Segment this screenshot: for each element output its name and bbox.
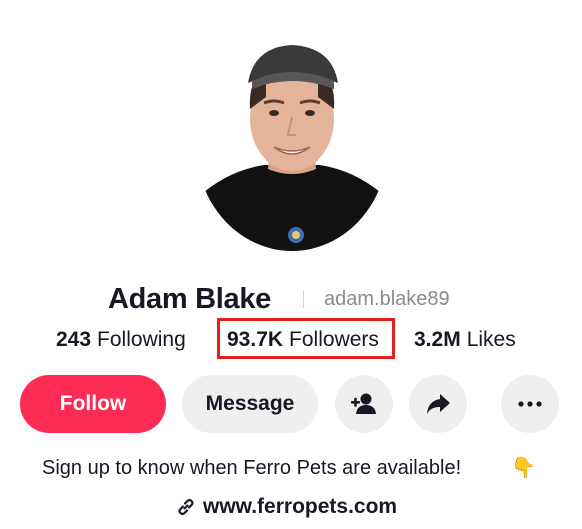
message-button-label: Message [205,392,295,415]
profile-name-row: Adam Blake adam.blake89 [0,280,582,320]
follow-button-label: Follow [59,392,127,415]
add-user-icon [351,393,376,414]
add-friend-button[interactable] [335,375,393,433]
more-options-button[interactable] [501,375,559,433]
username: adam.blake89 [324,288,450,310]
profile-link[interactable]: www.ferropets.com [176,493,397,521]
link-icon [176,497,196,517]
avatar-image [196,39,388,251]
profile-actions: Follow Message [0,375,582,435]
pointing-down-icon: 👇 [511,457,536,479]
display-name: Adam Blake [108,283,272,315]
message-button[interactable]: Message [182,375,318,433]
following-label: Following [97,328,186,351]
name-divider [303,290,304,308]
more-icon [518,401,542,407]
following-stat[interactable]: 243 Following [56,326,186,354]
following-count: 243 [56,328,92,351]
share-icon [427,394,450,414]
likes-count: 3.2M [414,328,461,351]
follow-button[interactable]: Follow [20,375,166,433]
profile-link-url[interactable]: www.ferropets.com [203,493,397,521]
share-button[interactable] [409,375,467,433]
likes-label: Likes [466,328,516,351]
followers-highlight-box [217,318,395,359]
likes-stat: 3.2M Likes [414,326,516,354]
bio-text: Sign up to know when Ferro Pets are avai… [42,457,462,479]
avatar[interactable] [196,39,388,251]
